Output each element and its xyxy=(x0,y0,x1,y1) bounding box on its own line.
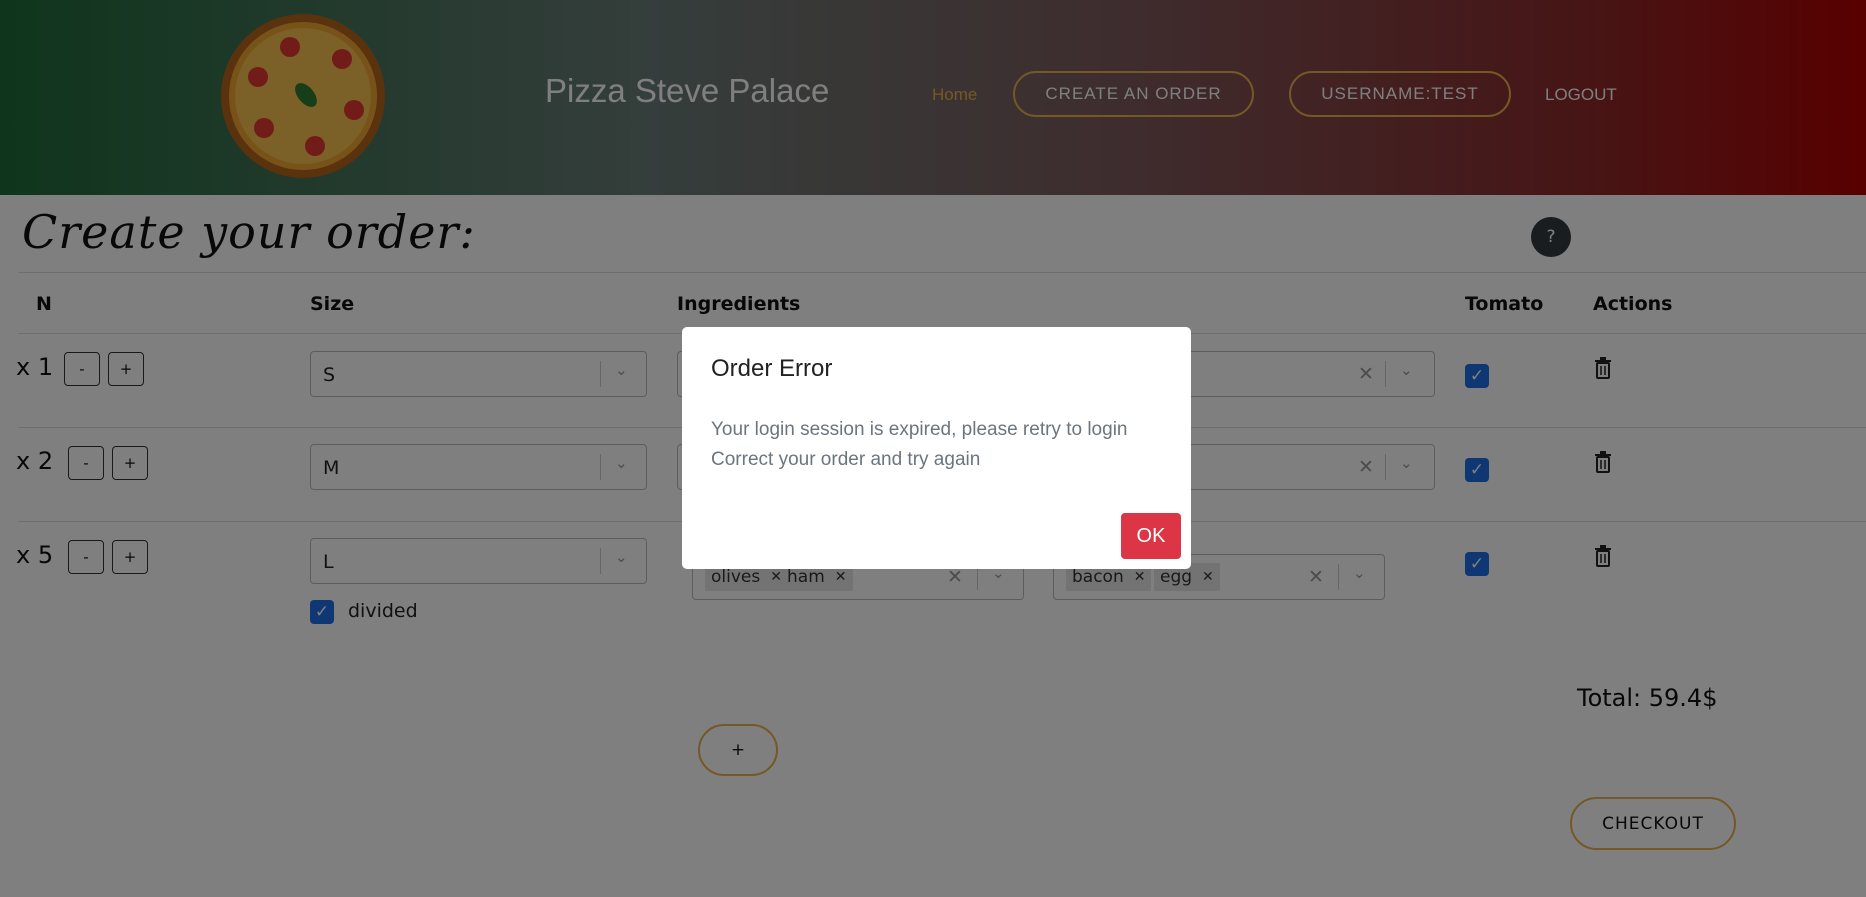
ok-button[interactable]: OK xyxy=(1121,513,1181,559)
dialog-message-line-2: Correct your order and try again xyxy=(711,449,981,470)
order-error-dialog: Order Error Your login session is expire… xyxy=(682,327,1191,569)
dialog-message-line-1: Your login session is expired, please re… xyxy=(711,419,1128,440)
dialog-title: Order Error xyxy=(711,355,833,382)
